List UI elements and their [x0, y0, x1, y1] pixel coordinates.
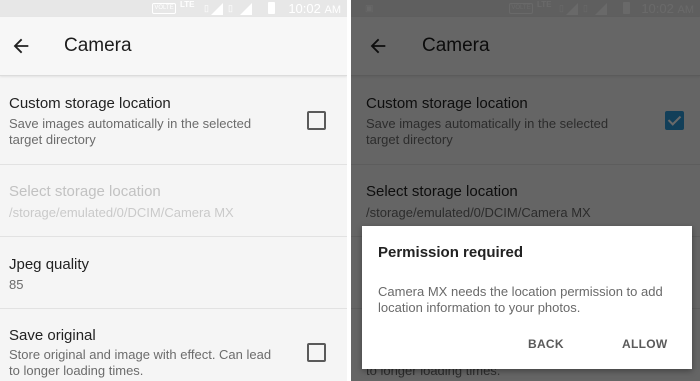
status-bar: VOLTE LTE ▯ ▯ 10:02 AM: [0, 0, 347, 17]
app-bar: Camera: [0, 17, 347, 76]
custom-storage-checkbox[interactable]: [307, 111, 326, 130]
time-value: 10:02: [288, 1, 321, 16]
dialog-title: Permission required: [378, 244, 524, 261]
status-time: 10:02 AM: [288, 1, 341, 16]
pref-title: Custom storage location: [9, 95, 171, 112]
pref-jpeg-quality[interactable]: Jpeg quality 85: [0, 237, 347, 309]
volte-indicator: VOLTE: [152, 3, 176, 14]
pref-save-original[interactable]: Save original Store original and image w…: [0, 309, 347, 381]
sim-icon: ▯: [204, 3, 209, 13]
no-sim-icon: ▯: [228, 3, 233, 13]
pref-summary: /storage/emulated/0/DCIM/Camera MX: [9, 205, 234, 220]
back-arrow-icon[interactable]: [10, 35, 32, 57]
pref-custom-storage[interactable]: Custom storage location Save images auto…: [0, 76, 347, 165]
pref-title: Select storage location: [9, 183, 161, 200]
permission-dialog: Permission required Camera MX needs the …: [362, 226, 692, 369]
page-title: Camera: [64, 35, 132, 56]
back-button[interactable]: BACK: [528, 337, 564, 351]
pref-summary: 85: [9, 277, 24, 292]
signal-icon-2: [240, 3, 252, 15]
time-ampm: AM: [324, 4, 342, 16]
pref-title: Save original: [9, 327, 96, 344]
signal-icon: [211, 3, 223, 15]
pref-select-storage: Select storage location /storage/emulate…: [0, 165, 347, 237]
battery-icon: [268, 2, 275, 14]
save-original-checkbox[interactable]: [307, 343, 326, 362]
dialog-message: Camera MX needs the location permission …: [378, 284, 663, 315]
lte-indicator: LTE: [180, 0, 195, 9]
settings-screen-right: ▣ VOLTE LTE ▯ ▯ 10:02 AM Camera Custom s…: [351, 0, 700, 381]
pref-summary: Save images automatically in the selecte…: [9, 116, 252, 147]
settings-screen-left: VOLTE LTE ▯ ▯ 10:02 AM Camera Custom sto…: [0, 0, 347, 381]
allow-button[interactable]: ALLOW: [622, 337, 668, 351]
pref-title: Jpeg quality: [9, 256, 90, 273]
pref-summary: Store original and image with effect. Ca…: [9, 347, 272, 378]
